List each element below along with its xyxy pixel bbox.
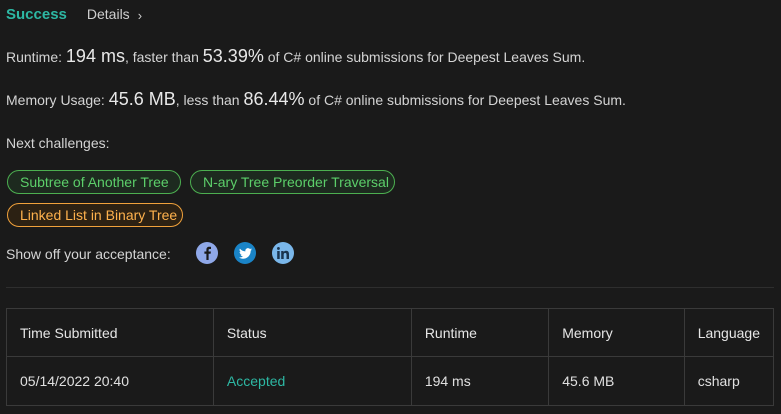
challenge-linked-list-in-binary-tree[interactable]: Linked List in Binary Tree	[7, 203, 183, 227]
twitter-icon[interactable]	[234, 242, 256, 264]
details-label: Details	[86, 6, 130, 22]
section-divider	[6, 287, 774, 288]
cell-memory: 45.6 MB	[548, 356, 685, 406]
cell-time-submitted: 05/14/2022 20:40	[6, 356, 214, 406]
memory-middle: , less than	[175, 92, 244, 108]
memory-percent: 86.44%	[243, 89, 305, 109]
share-label: Show off your acceptance:	[6, 246, 171, 262]
facebook-icon[interactable]	[196, 242, 218, 264]
runtime-suffix: of C# online submissions for Deepest Lea…	[263, 49, 586, 65]
column-header-language: Language	[683, 308, 775, 357]
runtime-middle: , faster than	[124, 49, 203, 65]
column-header-memory: Memory	[548, 308, 685, 357]
submission-table: Time Submitted Status Runtime Memory Lan…	[6, 308, 775, 406]
column-header-time-submitted: Time Submitted	[6, 308, 214, 357]
runtime-percent: 53.39%	[202, 46, 264, 66]
result-header: Success Details ›	[6, 6, 142, 23]
memory-line: Memory Usage: 45.6 MB, less than 86.44% …	[6, 89, 626, 110]
runtime-prefix: Runtime:	[6, 49, 66, 65]
cell-language: csharp	[683, 356, 775, 406]
memory-value: 45.6 MB	[108, 89, 176, 109]
table-header-row: Time Submitted Status Runtime Memory Lan…	[6, 308, 775, 357]
memory-suffix: of C# online submissions for Deepest Lea…	[304, 92, 626, 108]
runtime-value: 194 ms	[65, 46, 125, 66]
details-link[interactable]: Details ›	[86, 6, 143, 23]
submission-result-panel: Success Details › Runtime: 194 ms, faste…	[0, 0, 781, 414]
status-accepted-link[interactable]: Accepted	[212, 356, 412, 406]
status-title: Success	[6, 6, 67, 23]
linkedin-icon[interactable]	[272, 242, 294, 264]
memory-prefix: Memory Usage:	[6, 92, 109, 108]
chevron-right-icon: ›	[137, 7, 143, 23]
challenge-subtree-of-another-tree[interactable]: Subtree of Another Tree	[7, 170, 181, 194]
column-header-runtime: Runtime	[410, 308, 550, 357]
cell-runtime: 194 ms	[410, 356, 550, 406]
column-header-status: Status	[212, 308, 412, 357]
runtime-line: Runtime: 194 ms, faster than 53.39% of C…	[6, 46, 585, 67]
challenge-n-ary-tree-preorder-traversal[interactable]: N-ary Tree Preorder Traversal	[190, 170, 395, 194]
next-challenges-label: Next challenges:	[6, 135, 110, 151]
table-row: 05/14/2022 20:40 Accepted 194 ms 45.6 MB…	[6, 356, 775, 406]
